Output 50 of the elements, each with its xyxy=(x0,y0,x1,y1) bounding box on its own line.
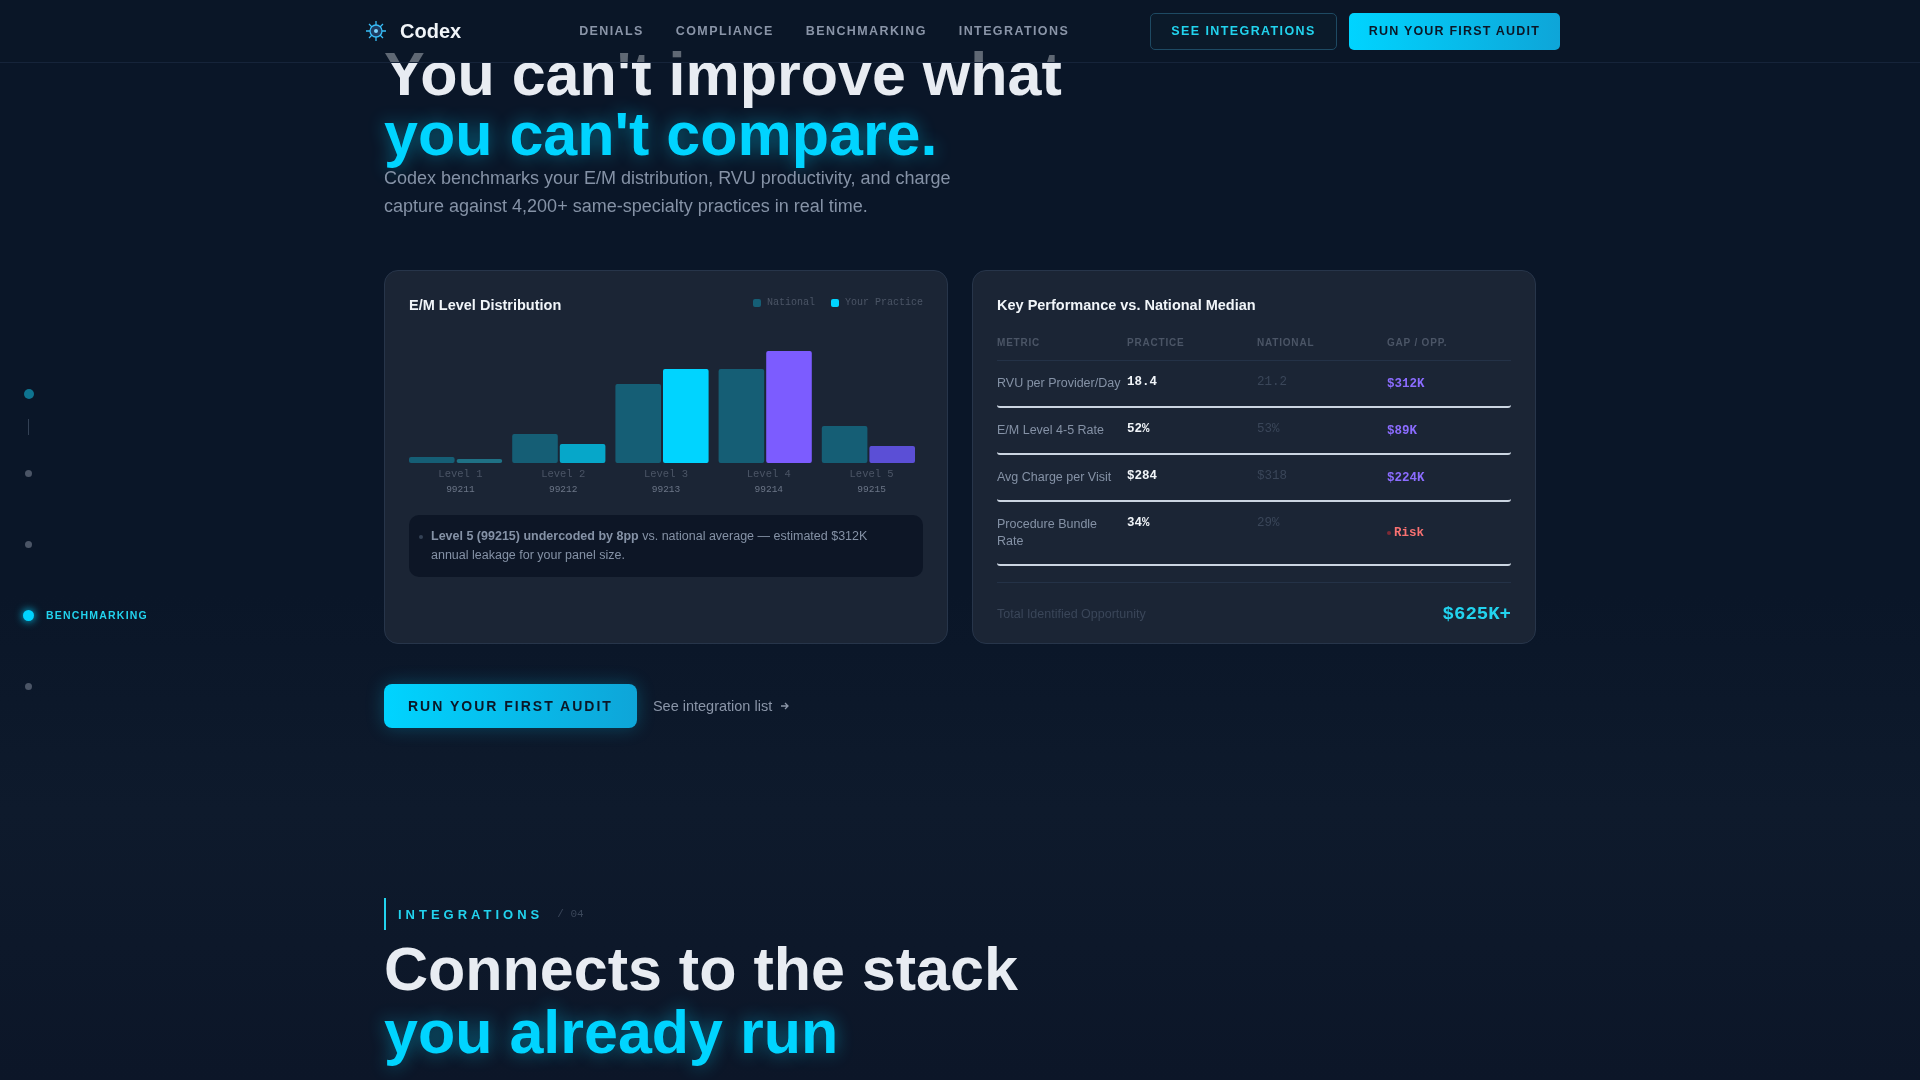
table-cell-text: Avg Charge per Visit xyxy=(997,469,1113,486)
card-title: E/M Level Distribution xyxy=(409,296,562,315)
arrow-right-icon xyxy=(780,701,791,711)
table-cell-text: Procedure Bundle Rate xyxy=(997,516,1099,550)
table-cell-text: 34% xyxy=(1127,516,1151,532)
practice-bar xyxy=(869,446,915,463)
bullet-icon xyxy=(419,535,423,539)
total-value: $625K+ xyxy=(1442,603,1511,625)
table-cell-text: $284 xyxy=(1127,469,1158,485)
nav-link[interactable]: INTEGRATIONS xyxy=(958,24,1070,38)
card-title: Key Performance vs. National Median xyxy=(997,296,1257,315)
section-heading: Connects to the stack xyxy=(384,938,1018,1001)
section-label[interactable]: BENCHMARKING xyxy=(46,609,148,621)
hero-description: Codex benchmarks your E/M distribution, RVU productivity, and charge capture against 4,200+ same-specialty practices in real time. xyxy=(384,168,952,218)
brand-name[interactable]: Codex xyxy=(400,19,462,43)
table-cell: $224K xyxy=(1387,470,1425,485)
run-audit-button[interactable]: RUN YOUR FIRST AUDIT xyxy=(384,684,637,728)
table-cell-text: RVU per Provider/Day xyxy=(997,375,1122,392)
nav-link[interactable]: BENCHMARKING xyxy=(805,24,927,38)
run-audit-button[interactable]: RUN YOUR FIRST AUDIT xyxy=(1348,12,1560,50)
national-bar xyxy=(821,426,868,463)
insight-text: Level 5 (99215) undercoded by 8pp vs. national average — estimated $312K annual leakage for your panel size. xyxy=(431,528,869,564)
table-cell-text: E/M Level 4-5 Rate xyxy=(997,422,1105,439)
section-heading-highlight: you already run xyxy=(384,1001,839,1064)
axis-label: 99211 xyxy=(446,484,475,495)
section-dot[interactable] xyxy=(24,389,34,399)
section-dot[interactable] xyxy=(23,609,34,621)
risk-dot-icon xyxy=(1387,531,1391,535)
national-bar xyxy=(409,457,455,463)
table-cell: $89K xyxy=(1387,423,1417,438)
practice-bar xyxy=(559,444,606,463)
table-cell-text: 52% xyxy=(1127,422,1151,438)
section-dot[interactable] xyxy=(25,540,32,548)
nav-link[interactable]: DENIALS xyxy=(579,24,644,38)
practice-bar xyxy=(456,459,503,463)
national-bar xyxy=(512,434,558,463)
table-cell: $312K xyxy=(1387,376,1425,391)
axis-label: 99212 xyxy=(548,484,578,495)
section-label: INTEGRATIONS xyxy=(398,906,544,922)
axis-label: 99215 xyxy=(857,484,886,495)
see-integrations-button[interactable]: SEE INTEGRATIONS xyxy=(1150,12,1337,50)
table-cell-text: 18.4 xyxy=(1127,375,1158,391)
section-dot[interactable] xyxy=(25,469,32,477)
axis-label: 99214 xyxy=(754,484,784,495)
logo-icon[interactable] xyxy=(364,19,388,43)
nav-link[interactable]: COMPLIANCE xyxy=(675,24,774,38)
axis-label: 99213 xyxy=(651,484,681,495)
section-dot[interactable] xyxy=(25,682,32,690)
integration-list-link[interactable]: See integration list xyxy=(652,698,773,714)
table-cell: Risk xyxy=(1394,526,1424,540)
